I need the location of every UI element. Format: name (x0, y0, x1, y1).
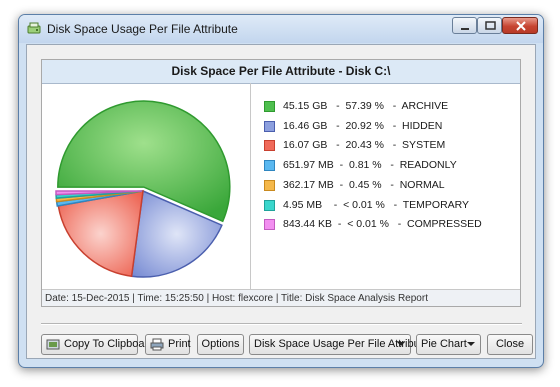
legend-label: 4.95 MB - < 0.01 % - TEMPORARY (283, 198, 470, 211)
report-divider (250, 83, 251, 289)
legend-item-hidden: 16.46 GB - 20.92 % - HIDDEN (264, 119, 514, 135)
legend-label: 362.17 MB - 0.45 % - NORMAL (283, 178, 445, 191)
report-title: Disk Space Per File Attribute - Disk C:\ (42, 60, 520, 84)
report-footer: Date: 15-Dec-2015 | Time: 15:25:50 | Hos… (42, 289, 520, 306)
chevron-down-icon (397, 342, 405, 346)
clipboard-icon (46, 339, 60, 350)
chart-type-value: Pie Chart (421, 338, 467, 350)
legend-item-system: 16.07 GB - 20.43 % - SYSTEM (264, 138, 514, 154)
window-close-button[interactable] (502, 17, 538, 34)
close-icon (516, 21, 526, 31)
legend-swatch (264, 160, 275, 172)
legend-swatch (264, 120, 275, 132)
print-label: Print (168, 338, 191, 350)
copy-label: Copy To Clipboard (64, 338, 155, 350)
legend-item-temporary: 4.95 MB - < 0.01 % - TEMPORARY (264, 198, 514, 214)
chart-type-select[interactable]: Pie Chart (416, 334, 481, 355)
legend-swatch (264, 199, 275, 211)
legend-swatch (264, 101, 275, 112)
maximize-icon (485, 21, 496, 30)
legend-item-normal: 362.17 MB - 0.45 % - NORMAL (264, 178, 514, 194)
minimize-icon (461, 28, 469, 30)
minimize-button[interactable] (452, 17, 477, 34)
separator (41, 323, 522, 325)
legend-item-archive: 45.15 GB - 57.39 % - ARCHIVE (264, 99, 514, 115)
legend-label: 16.07 GB - 20.43 % - SYSTEM (283, 139, 446, 152)
legend-item-readonly: 651.97 MB - 0.81 % - READONLY (264, 158, 514, 174)
legend-swatch (264, 140, 275, 152)
legend-label: 843.44 KB - < 0.01 % - COMPRESSED (283, 218, 482, 231)
legend-label: 16.46 GB - 20.92 % - HIDDEN (283, 119, 443, 132)
print-button[interactable]: Print (145, 334, 191, 355)
close-button[interactable]: Close (487, 334, 533, 355)
printer-icon (150, 338, 164, 351)
pie-chart (55, 100, 231, 278)
report-panel: Disk Space Per File Attribute - Disk C:\… (41, 59, 521, 307)
legend-item-compressed: 843.44 KB - < 0.01 % - COMPRESSED (264, 217, 514, 233)
app-window: Disk Space Usage Per File Attribute Disk… (18, 14, 544, 368)
disk-icon (27, 22, 41, 34)
legend-swatch (264, 219, 275, 231)
legend-swatch (264, 179, 275, 191)
legend-label: 45.15 GB - 57.39 % - ARCHIVE (283, 100, 449, 112)
title-bar[interactable]: Disk Space Usage Per File Attribute (19, 15, 543, 43)
chevron-down-icon (467, 342, 475, 346)
report-type-select[interactable]: Disk Space Usage Per File Attribute (249, 334, 429, 355)
window-title: Disk Space Usage Per File Attribute (47, 22, 238, 36)
client-area: Disk Space Per File Attribute - Disk C:\… (26, 44, 536, 359)
legend-label: 651.97 MB - 0.81 % - READONLY (283, 159, 457, 172)
maximize-button[interactable] (477, 17, 502, 34)
copy-to-clipboard-button[interactable]: Copy To Clipboard (41, 334, 154, 355)
options-button[interactable]: Options (197, 334, 244, 355)
